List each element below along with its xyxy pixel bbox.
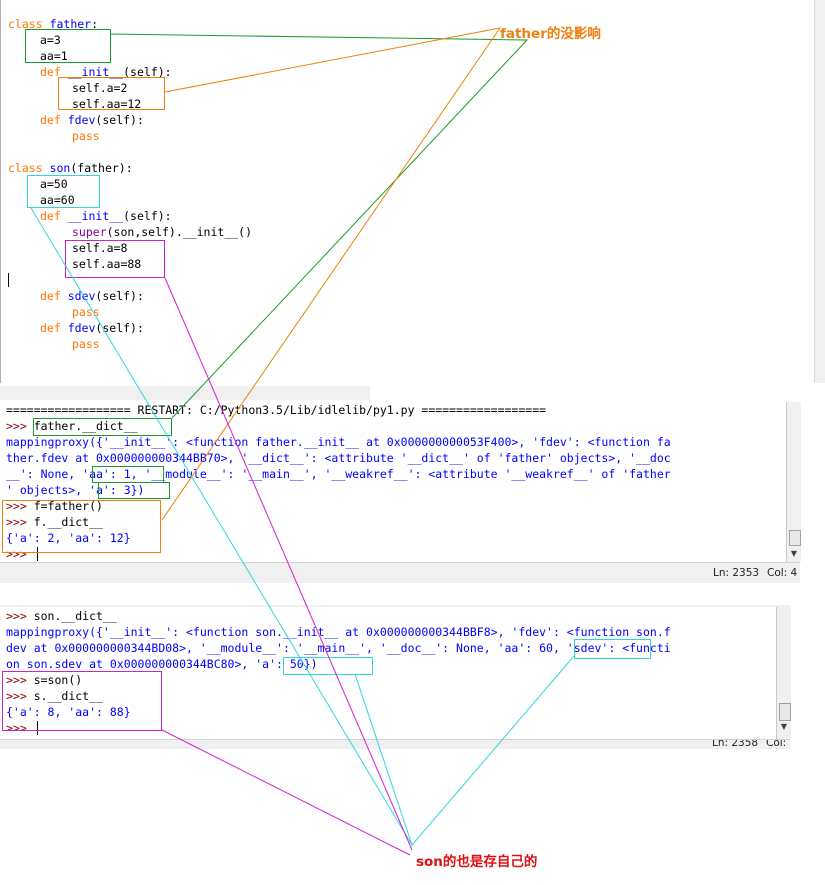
annotation-lines bbox=[30, 27, 575, 856]
magenta-connector bbox=[161, 729, 411, 856]
annotation-note-father: father的没影响 bbox=[500, 26, 601, 42]
cyan-connector bbox=[354, 673, 413, 846]
orange-connector bbox=[161, 27, 502, 521]
magenta-connector bbox=[164, 277, 413, 851]
green-connector bbox=[110, 33, 529, 419]
cyan-connector bbox=[30, 207, 575, 846]
annotation-note-son: son的也是存自己的 bbox=[416, 854, 538, 870]
